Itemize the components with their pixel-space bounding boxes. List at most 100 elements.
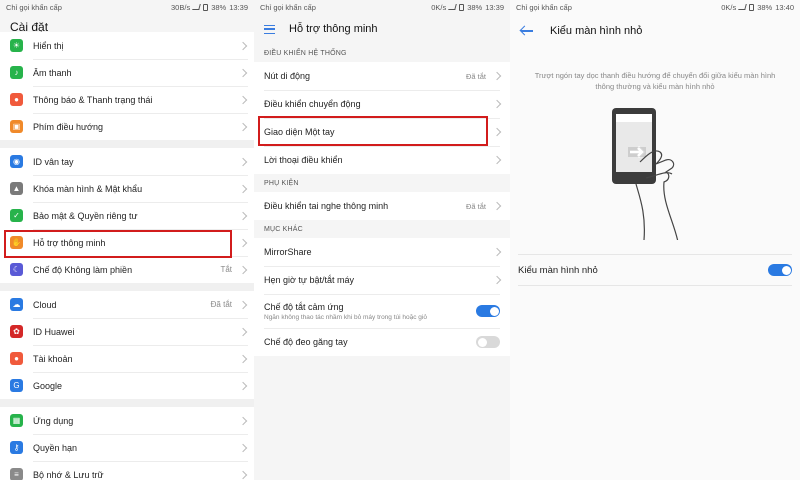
settings-item-label: Bộ nhớ & Lưu trữ	[33, 469, 104, 480]
signal-icon	[192, 4, 202, 10]
chevron-right-icon	[238, 122, 248, 131]
settings-item[interactable]: ♪ Âm thanh	[0, 59, 254, 86]
chevron-right-icon	[492, 71, 502, 81]
smart-assist-item[interactable]: Chế độ tắt cảm ứng Ngăn không thao tác nh…	[254, 294, 510, 328]
settings-item[interactable]: ⚷ Quyền hạn	[0, 434, 254, 461]
chevron-right-icon	[238, 265, 248, 274]
settings-item-label: ID Huawei	[33, 326, 75, 337]
settings-item[interactable]: ✿ ID Huawei	[0, 318, 254, 345]
smart-assist-item[interactable]: Nút di động Đã tắt	[254, 62, 510, 90]
account-icon: ●	[10, 352, 23, 365]
clock: 13:40	[775, 2, 794, 12]
item-label: Điều khiển chuyển động	[264, 99, 361, 109]
app-bar: Hỗ trợ thông minh	[254, 14, 510, 44]
network-speed: 30B/s	[171, 2, 191, 12]
carrier-text: Chỉ gọi khẩn cấp	[6, 2, 62, 12]
item-label: Lời thoại điều khiển	[264, 155, 343, 165]
item-value: Đã tắt	[465, 71, 486, 81]
chevron-right-icon	[492, 127, 502, 137]
settings-item[interactable]: ▦ Ứng dụng	[0, 407, 254, 434]
chevron-right-icon	[238, 300, 248, 309]
battery-level: 38%	[757, 2, 773, 12]
chevron-right-icon	[238, 416, 248, 425]
smart-assist-item[interactable]: Hẹn giờ tự bật/tắt máy	[254, 266, 510, 294]
settings-item[interactable]: ☁ Cloud Đã tắt	[0, 291, 254, 318]
page-title: Kiểu màn hình nhỏ	[550, 25, 643, 37]
group-divider	[0, 283, 254, 291]
settings-item-label: Thông báo & Thanh trạng thái	[33, 94, 153, 105]
settings-item-label: Khóa màn hình & Mật khẩu	[33, 183, 143, 194]
group-divider	[0, 140, 254, 148]
toggle-switch[interactable]	[476, 305, 500, 317]
settings-item[interactable]: ▲ Khóa màn hình & Mật khẩu	[0, 175, 254, 202]
settings-item-label: Ứng dụng	[33, 415, 74, 426]
chevron-right-icon	[238, 211, 248, 220]
signal-icon	[448, 4, 458, 10]
item-label: Hẹn giờ tự bật/tắt máy	[264, 275, 354, 285]
item-label: Nút di động	[264, 71, 311, 81]
settings-item-label: Hiển thị	[33, 40, 64, 51]
smart-assist-item[interactable]: Chế độ đeo găng tay	[254, 328, 510, 356]
status-bar: Chỉ gọi khẩn cấp 0K/s 38% 13:39	[254, 0, 510, 14]
notification-icon: ●	[10, 93, 23, 106]
item-label: Chế độ đeo găng tay	[264, 337, 348, 347]
settings-item[interactable]: ▣ Phím điều hướng	[0, 113, 254, 140]
carrier-text: Chỉ gọi khẩn cấp	[516, 2, 572, 12]
page-title: Hỗ trợ thông minh	[289, 23, 378, 35]
chevron-right-icon	[238, 41, 248, 50]
settings-item-label: Cloud	[33, 299, 57, 310]
settings-item[interactable]: ● Thông báo & Thanh trạng thái	[0, 86, 254, 113]
section-header: PHỤ KIỆN	[254, 174, 510, 192]
battery-level: 38%	[211, 2, 227, 12]
chevron-right-icon	[238, 157, 248, 166]
toggle-switch[interactable]	[476, 336, 500, 348]
smart-assist-item[interactable]: MirrorShare	[254, 238, 510, 266]
chevron-right-icon	[238, 95, 248, 104]
settings-item-label: Quyền hạn	[33, 442, 78, 453]
back-arrow-icon[interactable]	[520, 26, 534, 36]
item-value: Đã tắt	[465, 201, 486, 211]
mini-screen-setting-row[interactable]: Kiểu màn hình nhỏ	[518, 254, 792, 286]
storage-icon: ≡	[10, 468, 23, 480]
settings-group: ▦ Ứng dụng ⚷ Quyền hạn ≡ Bộ nhớ & Lưu trữ	[0, 407, 254, 480]
settings-item[interactable]: ◉ ID vân tay	[0, 148, 254, 175]
chevron-right-icon	[238, 68, 248, 77]
cloud-icon: ☁	[10, 298, 23, 311]
settings-group: ◉ ID vân tay ▲ Khóa màn hình & Mật khẩu ✓ Bảo…	[0, 148, 254, 283]
settings-item[interactable]: ≡ Bộ nhớ & Lưu trữ	[0, 461, 254, 480]
chevron-right-icon	[238, 354, 248, 363]
settings-item-label: Bảo mật & Quyền riêng tư	[33, 210, 138, 221]
settings-item-value: Đã tắt	[210, 300, 232, 309]
network-speed: 0K/s	[431, 2, 447, 12]
signal-icon	[738, 4, 748, 10]
chevron-right-icon	[238, 327, 248, 336]
chevron-right-icon	[238, 443, 248, 452]
network-speed: 0K/s	[721, 2, 737, 12]
settings-item[interactable]: G Google	[0, 372, 254, 399]
settings-item-label: Google	[33, 380, 63, 391]
settings-item-label: Phím điều hướng	[33, 121, 103, 132]
settings-item-label: Âm thanh	[33, 67, 72, 78]
huawei-icon: ✿	[10, 325, 23, 338]
settings-item[interactable]: ● Tài khoản	[0, 345, 254, 372]
section-header: MỤC KHÁC	[254, 220, 510, 238]
chevron-right-icon	[492, 201, 502, 211]
chevron-right-icon	[238, 184, 248, 193]
item-text-block: Chế độ tắt cảm ứng Ngăn không thao tác nh…	[264, 302, 476, 321]
mini-screen-toggle[interactable]	[768, 264, 792, 276]
smart-assist-item[interactable]: Điều khiển tai nghe thông minh Đã tắt	[254, 192, 510, 220]
status-bar: Chỉ gọi khẩn cấp 0K/s 38% 13:40	[510, 0, 800, 14]
highlight-box	[258, 116, 488, 146]
clock: 13:39	[485, 2, 504, 12]
battery-level: 38%	[467, 2, 483, 12]
menu-icon[interactable]	[264, 24, 275, 34]
app-bar: Kiểu màn hình nhỏ	[510, 14, 800, 48]
nav-keys-icon: ▣	[10, 120, 23, 133]
settings-item[interactable]: ☀ Hiển thị	[0, 32, 254, 59]
settings-item[interactable]: ☾ Chế độ Không làm phiền Tắt	[0, 256, 254, 283]
settings-item[interactable]: ✓ Bảo mật & Quyền riêng tư	[0, 202, 254, 229]
smart-assist-item[interactable]: Lời thoại điều khiển	[254, 146, 510, 174]
smart-assist-item[interactable]: Điều khiển chuyển động	[254, 90, 510, 118]
chevron-right-icon	[492, 275, 502, 285]
item-label: Điều khiển tai nghe thông minh	[264, 201, 389, 211]
